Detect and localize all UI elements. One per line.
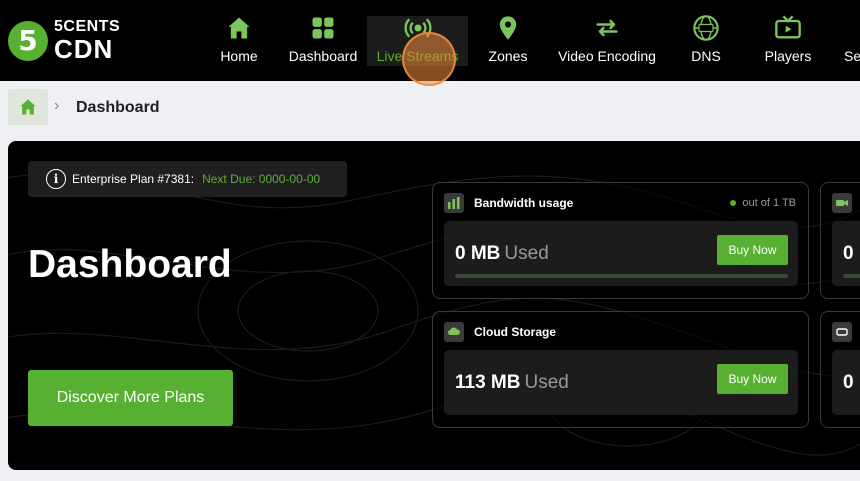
plan-info-pill: i Enterprise Plan #7381: Next Due: 0000-… — [28, 161, 347, 197]
card-title: Bandwidth usage — [474, 196, 574, 210]
drive-icon — [832, 322, 852, 342]
used-label: Used — [524, 372, 569, 393]
breadcrumb-current: Dashboard — [76, 99, 160, 116]
nav-label: Se — [844, 48, 860, 64]
usage-progress-bar — [843, 274, 860, 278]
usage-progress-bar — [455, 274, 788, 278]
card-title: Cloud Storage — [474, 325, 557, 339]
nav-item-live-streams[interactable]: Live Streams — [367, 16, 468, 66]
usage-amount: 0 — [843, 243, 854, 264]
cloud-storage-card: Cloud Storage 113 MB Used Buy Now — [432, 311, 809, 428]
nav-item-settings[interactable]: Se — [840, 14, 860, 66]
page-title: Dashboard — [28, 243, 232, 286]
bandwidth-usage-card: Bandwidth usage out of 1 TB 0 MB Used Buy… — [432, 182, 809, 299]
storage-usage-card: 0 — [820, 311, 860, 428]
live-broadcast-icon — [404, 18, 431, 38]
nav-label: Home — [220, 48, 258, 64]
dashboard-hero-panel: i Enterprise Plan #7381: Next Due: 0000-… — [8, 141, 860, 470]
video-usage-card: 0 — [820, 182, 860, 299]
nav-label: Dashboard — [288, 48, 358, 64]
nav-item-dns[interactable]: DNS — [686, 14, 726, 66]
logo-badge: 5 — [8, 20, 48, 61]
video-camera-icon — [832, 193, 852, 213]
discover-more-plans-button[interactable]: Discover More Plans — [28, 370, 233, 426]
breadcrumb-home[interactable] — [8, 89, 48, 125]
usage-value: 0 MB Used — [455, 243, 549, 265]
nav-label: Video Encoding — [558, 48, 656, 64]
tv-player-icon — [775, 15, 801, 39]
logo-line-2: CDN — [54, 34, 114, 64]
logo-line-1: 5CENTS — [54, 18, 121, 35]
nav-item-video-encoding[interactable]: Video Encoding — [555, 14, 659, 66]
logo-wordmark: 5CENTS CDN — [54, 18, 121, 64]
usage-limit: out of 1 TB — [730, 197, 796, 209]
buy-now-button[interactable]: Buy Now — [717, 235, 788, 265]
nav-label: Players — [764, 48, 812, 64]
brand-logo[interactable]: 5 5CENTS CDN — [8, 19, 120, 62]
chevron-right-icon: › — [54, 97, 60, 114]
usage-box: 113 MB Used Buy Now — [444, 350, 798, 415]
used-label: Used — [504, 243, 549, 264]
nav-label: DNS — [691, 48, 721, 64]
location-pin-icon — [499, 16, 517, 40]
usage-box: 0 — [832, 221, 860, 286]
info-icon: i — [46, 169, 66, 189]
status-dot — [730, 200, 737, 206]
plan-label: Enterprise Plan #7381: — [72, 172, 195, 186]
home-icon — [20, 99, 36, 115]
buy-now-button[interactable]: Buy Now — [717, 364, 788, 394]
encoding-arrows-icon — [596, 19, 618, 37]
usage-limit-text: out of 1 TB — [742, 197, 796, 209]
nav-item-dashboard[interactable]: Dashboard — [286, 14, 360, 66]
nav-item-players[interactable]: Players — [763, 14, 813, 66]
dns-globe-icon — [693, 15, 719, 41]
plan-due-date: Next Due: 0000-00-00 — [202, 172, 321, 186]
nav-item-zones[interactable]: Zones — [484, 14, 532, 66]
usage-amount: 0 MB — [455, 243, 501, 264]
nav-label: Live Streams — [376, 48, 459, 64]
usage-value: 113 MB Used — [455, 372, 569, 394]
home-icon — [228, 17, 250, 39]
top-navigation-bar: 5 5CENTS CDN Home Dashboard Live Streams — [0, 0, 860, 81]
bar-chart-icon — [444, 193, 464, 213]
usage-amount: 0 — [843, 372, 854, 393]
usage-amount: 113 MB — [455, 372, 521, 393]
settings-icon — [852, 14, 860, 42]
usage-box: 0 MB Used Buy Now — [444, 221, 798, 286]
usage-box: 0 — [832, 350, 860, 415]
dashboard-grid-icon — [312, 17, 334, 39]
nav-item-home[interactable]: Home — [214, 14, 264, 66]
nav-label: Zones — [488, 48, 528, 64]
cloud-storage-icon — [444, 322, 464, 342]
